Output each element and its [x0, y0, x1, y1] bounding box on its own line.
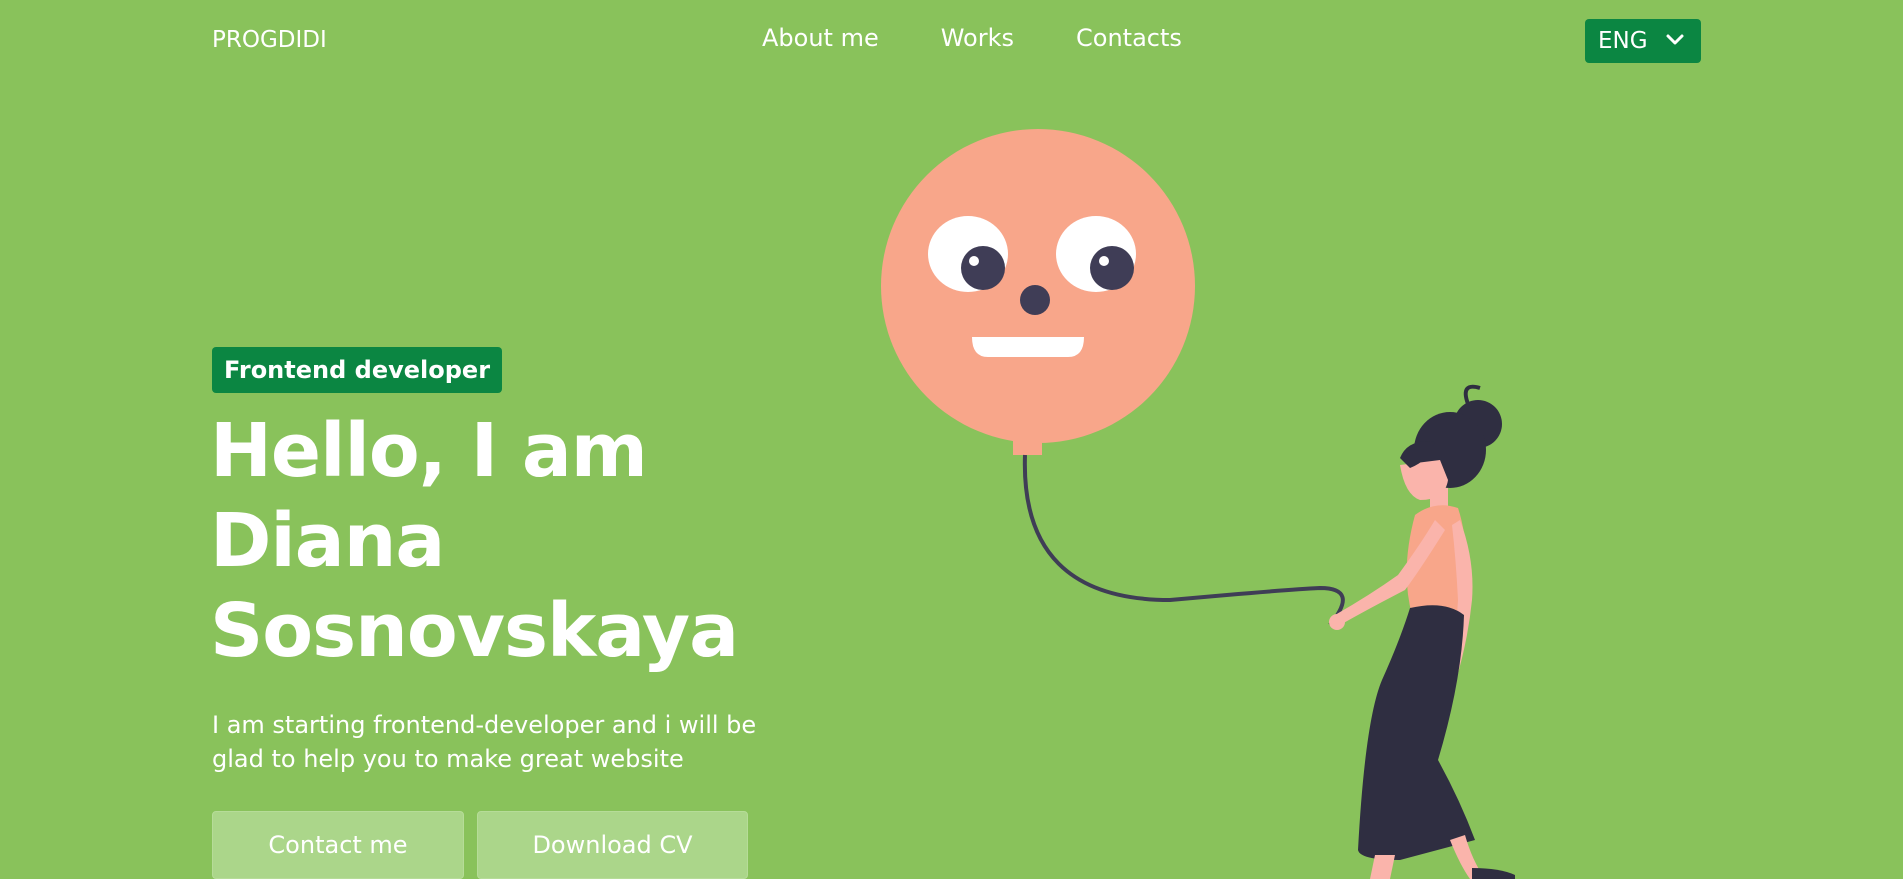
hero-illustration	[881, 129, 1515, 879]
balloon-illustration	[881, 129, 1345, 627]
chevron-down-icon	[1666, 34, 1684, 45]
nav-contacts[interactable]: Contacts	[1076, 24, 1182, 52]
hero-title-line: Sosnovskaya	[210, 588, 739, 674]
language-select[interactable]: ENG	[1585, 19, 1701, 63]
woman-illustration	[1329, 384, 1515, 879]
download-cv-button[interactable]: Download CV	[477, 811, 748, 879]
hero-title-line: Diana	[210, 498, 445, 584]
language-label: ENG	[1598, 28, 1648, 54]
contact-me-button[interactable]: Contact me	[212, 811, 464, 879]
main-nav: About me Works Contacts	[762, 24, 1244, 52]
hero-title-line: Hello, I am	[210, 408, 648, 494]
nav-about-me[interactable]: About me	[762, 24, 879, 52]
hero-title: Hello, I am Diana Sosnovskaya	[210, 406, 770, 676]
hero-description: I am starting frontend-developer and i w…	[212, 711, 757, 773]
nav-works[interactable]: Works	[941, 24, 1014, 52]
site-logo[interactable]: PROGDIDI	[212, 27, 327, 53]
role-badge: Frontend developer	[212, 347, 503, 393]
